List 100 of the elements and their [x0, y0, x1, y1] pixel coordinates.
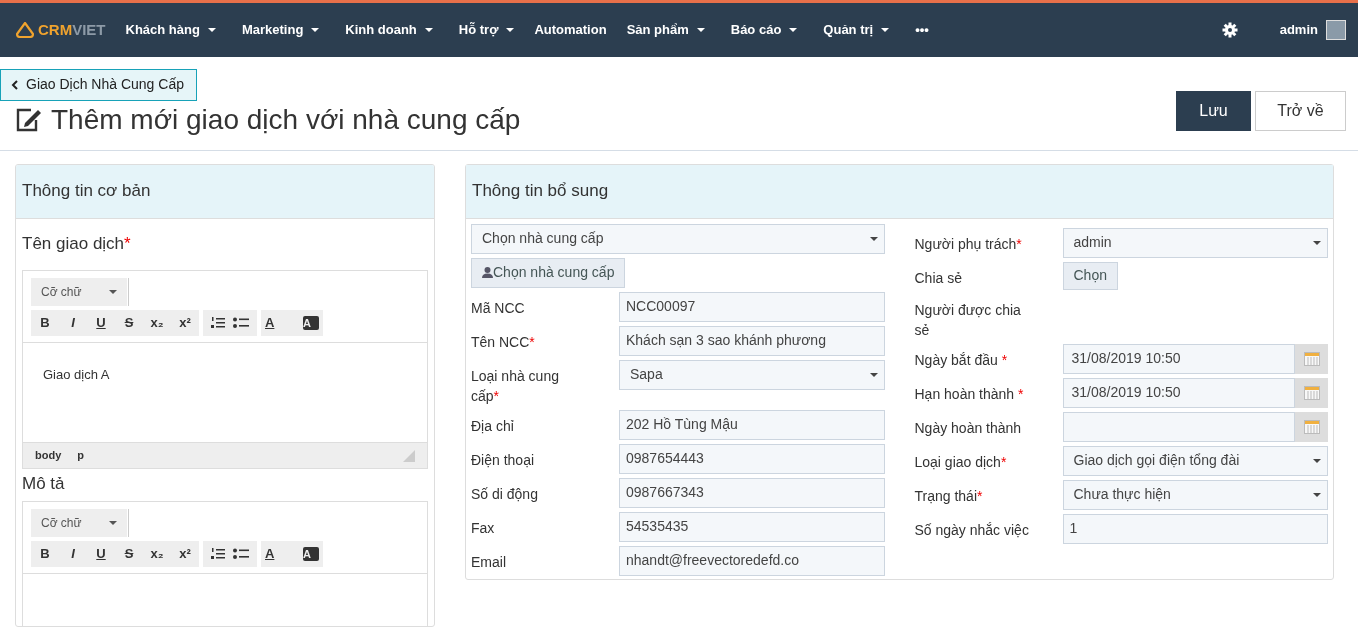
panel-title: Thông tin cơ bản — [16, 165, 434, 219]
text-field[interactable]: 202 Hồ Tùng Mậu — [619, 409, 885, 440]
caret-icon — [1313, 492, 1321, 497]
nav-menu-item[interactable]: Automation — [534, 20, 607, 40]
field-label: Mô tả — [22, 473, 66, 495]
calendar-icon — [1303, 419, 1320, 434]
format-button[interactable]: x₂ — [143, 313, 171, 333]
select-field[interactable]: Chưa thực hiện — [1062, 479, 1328, 510]
field-label: Loại nhà cung cấp* — [471, 366, 560, 406]
color-button[interactable]: A — [303, 546, 319, 561]
field-label: Người được chia sẻ — [914, 300, 1022, 340]
format-button[interactable]: U — [87, 543, 115, 564]
field-label: Mã NCC — [471, 298, 526, 318]
bullet-list-icon — [233, 317, 249, 329]
back-button[interactable]: Trở về — [1255, 91, 1346, 131]
format-button[interactable]: I — [59, 313, 87, 333]
calendar-icon — [1303, 351, 1320, 366]
caret-icon — [869, 372, 878, 377]
format-button[interactable]: S — [115, 313, 143, 333]
caret-icon — [506, 28, 515, 32]
choose-supplier-button[interactable]: Chọn nhà cung cấp — [471, 257, 626, 288]
person-icon — [482, 267, 493, 278]
caret-icon — [696, 28, 705, 32]
field-label: Loại giao dịch* — [914, 452, 1008, 472]
color-button[interactable]: A — [265, 313, 293, 333]
field-label: Số di động — [471, 484, 539, 504]
format-button[interactable]: S — [115, 543, 143, 564]
color-button[interactable]: A — [265, 543, 293, 564]
nav-menu-item[interactable]: Sản phẩm — [626, 20, 705, 40]
field-label: Điện thoại — [471, 450, 536, 470]
field-label: Ngày hoàn thành — [914, 418, 1023, 438]
user-menu[interactable]: admin — [1279, 20, 1318, 40]
select-field[interactable]: Giao dịch gọi điện tổng đài — [1062, 445, 1328, 476]
format-button[interactable]: B — [31, 313, 59, 333]
font-size-select[interactable]: Cỡ chữ — [31, 508, 127, 537]
breadcrumb-link[interactable]: Giao Dịch Nhà Cung Cấp — [0, 69, 197, 101]
calendar-button[interactable] — [1295, 411, 1328, 442]
text-field[interactable]: 0987654443 — [619, 443, 885, 474]
date-field[interactable] — [1062, 411, 1295, 442]
text-field[interactable]: 54535435 — [619, 511, 885, 542]
format-button[interactable]: x² — [171, 313, 199, 333]
nav-menu-item[interactable]: Hỗ trợ — [458, 20, 515, 40]
caret-icon — [1313, 240, 1321, 245]
select-field[interactable]: Chọn nhà cung cấp — [471, 223, 885, 254]
font-size-select[interactable]: Cỡ chữ — [31, 278, 127, 306]
select-field[interactable]: Sapa — [619, 359, 885, 390]
bullet-list-icon — [233, 547, 249, 560]
field-label: Fax — [471, 518, 496, 538]
caret-icon — [424, 28, 433, 32]
field-label: Email — [471, 552, 507, 572]
page-title: Thêm mới giao dịch với nhà cung cấp — [51, 103, 521, 137]
format-button[interactable]: I — [59, 543, 87, 564]
caret-icon — [109, 520, 117, 525]
nav-menu-item[interactable]: Báo cáo — [730, 20, 798, 40]
format-button[interactable]: U — [87, 313, 115, 333]
nav-menu-item[interactable]: Kinh doanh — [345, 20, 433, 40]
calendar-button[interactable] — [1295, 377, 1328, 408]
text-field[interactable]: nhandt@freevectoredefd.co — [619, 545, 885, 576]
nav-menu-item[interactable]: Quản trị — [823, 20, 890, 40]
path-tag[interactable]: body — [35, 447, 62, 464]
text-field[interactable]: Khách sạn 3 sao khánh phương — [619, 325, 885, 356]
field-label: Tên giao dịch* — [22, 232, 132, 255]
logo-text: CRMVIET — [38, 19, 106, 40]
text-field[interactable]: NCC00097 — [619, 291, 885, 322]
field-label: Số ngày nhắc việc — [914, 520, 1030, 540]
nav-menu-item[interactable]: ••• — [915, 20, 929, 40]
field-label: Địa chỉ — [471, 416, 515, 436]
logo-icon — [16, 22, 34, 38]
nav-menu-item[interactable]: Khách hàng — [125, 20, 216, 40]
field-label: Trạng thái* — [914, 486, 984, 506]
resize-grip-icon — [403, 449, 415, 462]
caret-icon — [109, 290, 117, 294]
chevron-left-icon — [11, 79, 18, 90]
field-label: Ngày bắt đầu * — [914, 350, 1009, 370]
choose-button[interactable]: Chọn — [1062, 261, 1118, 290]
caret-icon — [1313, 458, 1321, 463]
caret-icon — [881, 28, 890, 32]
numbered-list-icon — [211, 547, 225, 560]
caret-icon — [789, 28, 798, 32]
date-field[interactable]: 31/08/2019 10:50 — [1062, 343, 1295, 374]
field-label: Tên NCC* — [471, 332, 536, 352]
path-tag[interactable]: p — [77, 447, 84, 464]
calendar-button[interactable] — [1295, 343, 1328, 374]
save-button[interactable]: Lưu — [1176, 91, 1251, 131]
format-button[interactable]: B — [31, 543, 59, 564]
format-button[interactable]: x₂ — [143, 543, 171, 564]
field-label: Chia sẻ — [914, 268, 963, 288]
caret-icon — [311, 28, 320, 32]
color-button[interactable]: A — [303, 316, 319, 330]
edit-icon — [15, 106, 43, 133]
text-field[interactable]: 1 — [1062, 513, 1328, 544]
select-field[interactable]: admin — [1062, 227, 1328, 258]
caret-icon — [869, 236, 878, 241]
format-button[interactable]: x² — [171, 543, 199, 564]
nav-menu-item[interactable]: Marketing — [241, 20, 320, 40]
panel-title: Thông tin bổ sung — [466, 165, 1333, 219]
date-field[interactable]: 31/08/2019 10:50 — [1062, 377, 1295, 408]
avatar-placeholder — [1326, 20, 1346, 40]
settings-icon — [1221, 22, 1238, 38]
text-field[interactable]: 0987667343 — [619, 477, 885, 508]
